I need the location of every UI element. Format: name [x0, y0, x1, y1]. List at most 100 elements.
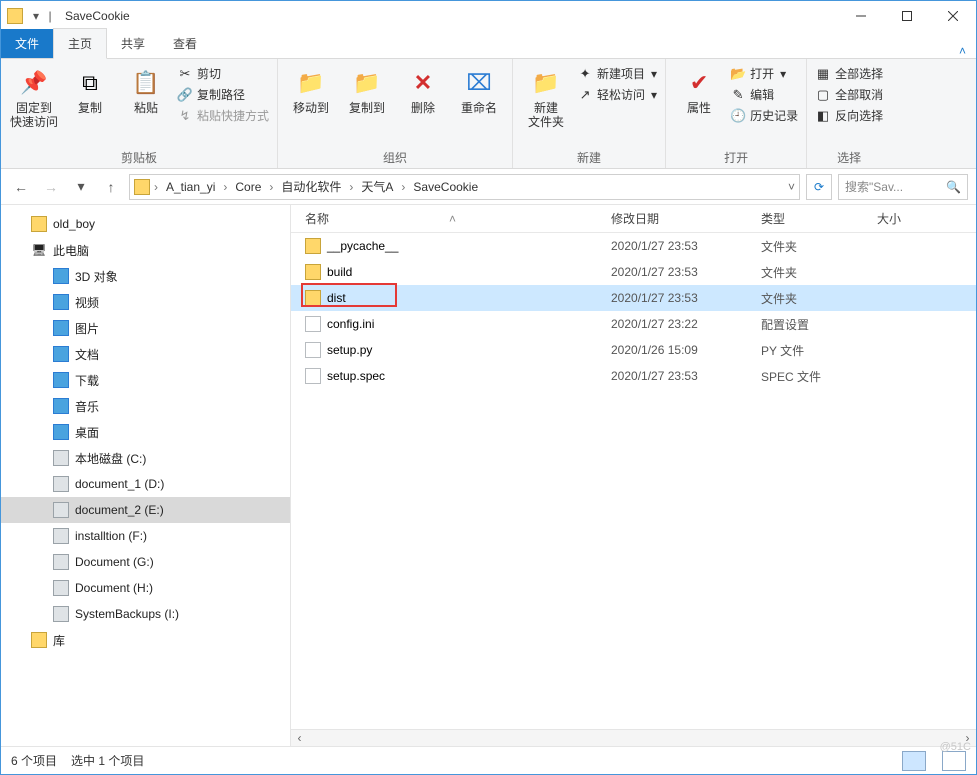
- file-row[interactable]: setup.spec2020/1/27 23:53SPEC 文件: [291, 363, 976, 389]
- tree-item[interactable]: 音乐: [1, 393, 290, 419]
- cut-icon: ✂: [177, 66, 193, 82]
- tree-item[interactable]: 图片: [1, 315, 290, 341]
- obj-icon: [53, 372, 69, 388]
- h-scrollbar[interactable]: ‹ ›: [291, 729, 976, 746]
- edit-icon: ✎: [730, 87, 746, 103]
- tree-item-label: 音乐: [75, 398, 99, 415]
- nav-tree[interactable]: old_boy🖥此电脑3D 对象视频图片文档下载音乐桌面本地磁盘 (C:)doc…: [1, 205, 291, 746]
- file-name: setup.spec: [327, 369, 385, 383]
- tree-item[interactable]: Document (G:): [1, 549, 290, 575]
- select-none-button[interactable]: ▢全部取消: [815, 86, 883, 103]
- drive-icon: [53, 580, 69, 596]
- history-button[interactable]: 🕘历史记录: [730, 107, 798, 124]
- addr-dropdown[interactable]: ˅: [788, 180, 795, 194]
- obj-icon: [53, 268, 69, 284]
- search-box[interactable]: 搜索"Sav... 🔍: [838, 174, 968, 200]
- file-row[interactable]: dist2020/1/27 23:53文件夹: [291, 285, 976, 311]
- rename-button[interactable]: ⌧重命名: [454, 63, 504, 115]
- obj-icon: [53, 424, 69, 440]
- edit-button[interactable]: ✎编辑: [730, 86, 798, 103]
- copy-path-button[interactable]: 🔗复制路径: [177, 86, 269, 103]
- tree-item[interactable]: Document (H:): [1, 575, 290, 601]
- back-button[interactable]: ←: [9, 175, 33, 199]
- new-folder-button[interactable]: 📁新建 文件夹: [521, 63, 571, 129]
- scroll-left[interactable]: ‹: [291, 731, 308, 745]
- address-bar[interactable]: › A_tian_yi› Core› 自动化软件› 天气A› SaveCooki…: [129, 174, 800, 200]
- col-name[interactable]: 名称˄: [291, 210, 611, 227]
- col-size[interactable]: 大小: [871, 210, 976, 227]
- file-type: SPEC 文件: [761, 368, 871, 385]
- tree-item[interactable]: document_2 (E:): [1, 497, 290, 523]
- delete-button[interactable]: ✕删除: [398, 63, 448, 115]
- folder-icon: [305, 238, 321, 254]
- crumb-2[interactable]: 自动化软件: [277, 176, 345, 197]
- copy-to-button[interactable]: 📁复制到: [342, 63, 392, 115]
- tree-item[interactable]: 文档: [1, 341, 290, 367]
- tree-item[interactable]: 3D 对象: [1, 263, 290, 289]
- paste-shortcut-button[interactable]: ↯粘贴快捷方式: [177, 107, 269, 124]
- crumb-4[interactable]: SaveCookie: [409, 178, 482, 196]
- obj-icon: [53, 320, 69, 336]
- properties-button[interactable]: ✔属性: [674, 63, 724, 115]
- cut-button[interactable]: ✂剪切: [177, 65, 269, 82]
- tree-item[interactable]: 库: [1, 627, 290, 653]
- file-date: 2020/1/26 15:09: [611, 343, 761, 357]
- file-icon: [305, 342, 321, 358]
- maximize-button[interactable]: [884, 1, 930, 31]
- file-row[interactable]: __pycache__2020/1/27 23:53文件夹: [291, 233, 976, 259]
- copy-button[interactable]: ⧉复制: [65, 63, 115, 115]
- file-row[interactable]: build2020/1/27 23:53文件夹: [291, 259, 976, 285]
- paste-button[interactable]: 📋粘贴: [121, 63, 171, 115]
- close-button[interactable]: [930, 1, 976, 31]
- tree-item[interactable]: 本地磁盘 (C:): [1, 445, 290, 471]
- crumb-1[interactable]: Core: [231, 178, 265, 196]
- new-item-button[interactable]: ✦新建项目▾: [577, 65, 657, 82]
- file-row[interactable]: setup.py2020/1/26 15:09PY 文件: [291, 337, 976, 363]
- content-area: old_boy🖥此电脑3D 对象视频图片文档下载音乐桌面本地磁盘 (C:)doc…: [1, 205, 976, 746]
- copyto-icon: 📁: [351, 67, 383, 99]
- file-row[interactable]: config.ini2020/1/27 23:22配置设置: [291, 311, 976, 337]
- tree-item[interactable]: 🖥此电脑: [1, 237, 290, 263]
- tree-item[interactable]: 视频: [1, 289, 290, 315]
- pin-quickaccess-button[interactable]: 📌固定到 快速访问: [9, 63, 59, 129]
- col-type[interactable]: 类型: [761, 210, 871, 227]
- tab-share[interactable]: 共享: [107, 29, 159, 58]
- recent-dropdown[interactable]: ▾: [69, 175, 93, 199]
- file-icon: [305, 316, 321, 332]
- crumb-3[interactable]: 天气A: [357, 176, 397, 197]
- ribbon-collapse-button[interactable]: ˄: [949, 44, 976, 58]
- watermark: @51C: [940, 741, 971, 753]
- file-type: 文件夹: [761, 290, 871, 307]
- tree-item[interactable]: 下载: [1, 367, 290, 393]
- tree-item[interactable]: old_boy: [1, 211, 290, 237]
- tab-home[interactable]: 主页: [53, 28, 107, 59]
- invert-selection-button[interactable]: ◧反向选择: [815, 107, 883, 124]
- up-button[interactable]: ↑: [99, 175, 123, 199]
- drive-icon: [53, 476, 69, 492]
- col-date[interactable]: 修改日期: [611, 210, 761, 227]
- tree-item[interactable]: SystemBackups (I:): [1, 601, 290, 627]
- refresh-button[interactable]: ⟳: [806, 174, 832, 200]
- minimize-button[interactable]: [838, 1, 884, 31]
- view-large-button[interactable]: [942, 751, 966, 771]
- qat-dropdown[interactable]: ▾: [29, 9, 43, 23]
- tree-item[interactable]: installtion (F:): [1, 523, 290, 549]
- view-details-button[interactable]: [902, 751, 926, 771]
- ribbon-tabs: 文件 主页 共享 查看 ˄: [1, 31, 976, 59]
- tree-item-label: old_boy: [53, 217, 95, 231]
- easy-access-button[interactable]: ↗轻松访问▾: [577, 86, 657, 103]
- tab-view[interactable]: 查看: [159, 29, 211, 58]
- tree-item-label: 视频: [75, 294, 99, 311]
- app-icon: [7, 8, 23, 24]
- open-button[interactable]: 📂打开▾: [730, 65, 798, 82]
- forward-button[interactable]: →: [39, 175, 63, 199]
- file-list[interactable]: __pycache__2020/1/27 23:53文件夹build2020/1…: [291, 233, 976, 729]
- tab-file[interactable]: 文件: [1, 29, 53, 58]
- move-to-button[interactable]: 📁移动到: [286, 63, 336, 115]
- tree-item[interactable]: document_1 (D:): [1, 471, 290, 497]
- tree-item[interactable]: 桌面: [1, 419, 290, 445]
- drive-icon: [53, 502, 69, 518]
- select-all-button[interactable]: ▦全部选择: [815, 65, 883, 82]
- crumb-0[interactable]: A_tian_yi: [162, 178, 219, 196]
- invertsel-icon: ◧: [815, 108, 831, 124]
